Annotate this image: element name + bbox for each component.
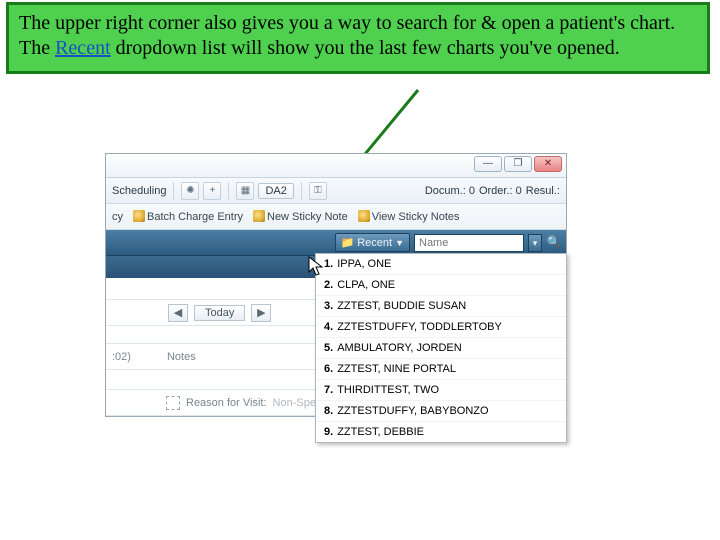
separator [228, 182, 229, 200]
recent-item[interactable]: 1.IPPA, ONE [316, 254, 566, 275]
notes-icon [358, 210, 370, 222]
notes-label[interactable]: Notes [167, 351, 196, 363]
recent-label: Recent [357, 237, 392, 249]
toolbar-secondary: cy Batch Charge Entry New Sticky Note Vi… [106, 204, 566, 230]
truncated-cy-label[interactable]: cy [112, 211, 123, 223]
separator [301, 182, 302, 200]
plus-icon[interactable]: + [203, 182, 221, 200]
batch-icon [133, 210, 145, 222]
note-icon [253, 210, 265, 222]
sun-icon[interactable]: ✺ [181, 182, 199, 200]
view-sticky-notes-button[interactable]: View Sticky Notes [358, 210, 460, 223]
new-sticky-note-button[interactable]: New Sticky Note [253, 210, 348, 223]
order-counter: Order.: 0 [479, 185, 522, 197]
today-button[interactable]: Today [194, 305, 245, 321]
recent-dropdown-list: 1.IPPA, ONE 2.CLPA, ONE 3.ZZTEST, BUDDIE… [315, 253, 567, 443]
recent-item[interactable]: 5.AMBULATORY, JORDEN [316, 338, 566, 359]
recent-item[interactable]: 6.ZZTEST, NINE PORTAL [316, 359, 566, 380]
da2-chip[interactable]: DA2 [258, 183, 293, 199]
window-controls: — ❐ ✕ [474, 156, 562, 172]
recent-item[interactable]: 4.ZZTESTDUFFY, TODDLERTOBY [316, 317, 566, 338]
recent-item[interactable]: 3.ZZTEST, BUDDIE SUSAN [316, 296, 566, 317]
docum-counter: Docum.: 0 [425, 185, 475, 197]
add-reason-icon[interactable] [166, 396, 180, 410]
key-icon[interactable]: ⚿ [309, 182, 327, 200]
instruction-callout: The upper right corner also gives you a … [6, 2, 710, 74]
prev-day-button[interactable]: ◀ [168, 304, 188, 322]
separator [173, 182, 174, 200]
next-day-button[interactable]: ▶ [251, 304, 271, 322]
recent-item[interactable]: 7.THIRDITTEST, TWO [316, 380, 566, 401]
callout-text-after: dropdown list will show you the last few… [111, 37, 620, 59]
maximize-button[interactable]: ❐ [504, 156, 532, 172]
toolbar-primary: Scheduling ✺ + ▦ DA2 ⚿ Docum.: 0 Order.:… [106, 178, 566, 204]
scheduling-label[interactable]: Scheduling [112, 185, 166, 197]
folder-icon: 📁 [341, 236, 355, 249]
title-bar: — ❐ ✕ [106, 154, 566, 178]
callout-recent-word: Recent [55, 37, 111, 59]
recent-item[interactable]: 8.ZZTESTDUFFY, BABYBONZO [316, 401, 566, 422]
minimize-button[interactable]: — [474, 156, 502, 172]
recent-dropdown-button[interactable]: 📁 Recent ▼ [335, 233, 410, 252]
calendar-icon[interactable]: ▦ [236, 182, 254, 200]
patient-name-input[interactable] [414, 234, 524, 252]
close-button[interactable]: ✕ [534, 156, 562, 172]
name-dropdown-button[interactable]: ▾ [528, 234, 542, 252]
chevron-down-icon: ▼ [395, 238, 404, 248]
recent-item[interactable]: 9.ZZTEST, DEBBIE [316, 422, 566, 442]
resul-counter: Resul.: [526, 185, 560, 197]
batch-charge-entry-button[interactable]: Batch Charge Entry [133, 210, 243, 223]
search-icon[interactable]: 🔍 [546, 235, 562, 251]
time-stamp: :02) [112, 351, 131, 363]
recent-item[interactable]: 2.CLPA, ONE [316, 275, 566, 296]
reason-label: Reason for Visit: [186, 397, 267, 409]
